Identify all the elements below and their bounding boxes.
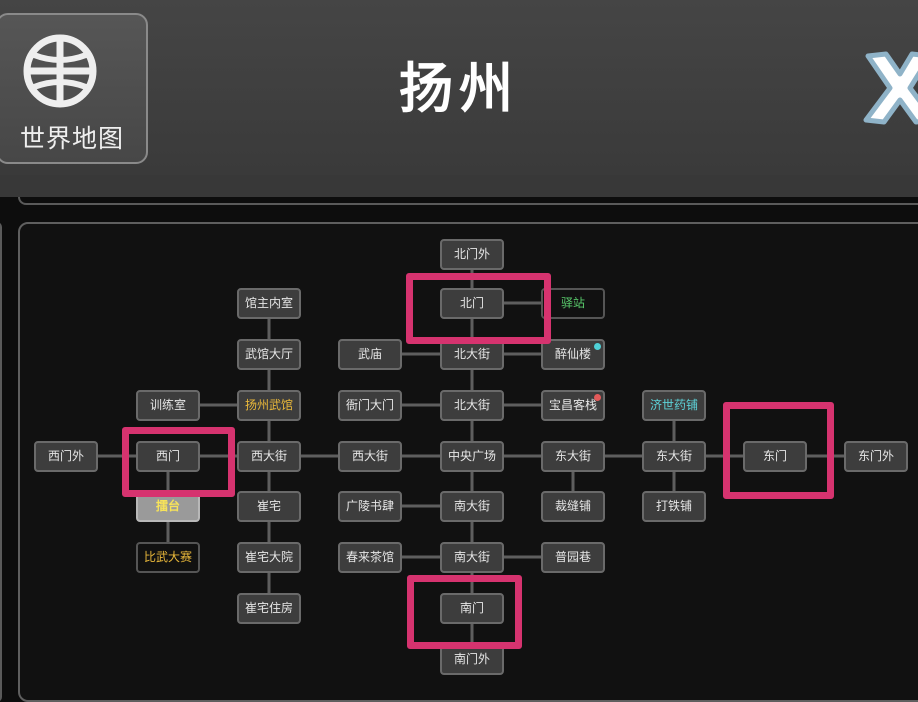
location-west-street[interactable]: 西大街 — [237, 441, 301, 472]
location-south-street[interactable]: 南大街 — [440, 491, 504, 522]
location-martial-hall[interactable]: 武馆大厅 — [237, 339, 301, 370]
location-pharmacy[interactable]: 济世药铺 — [642, 390, 706, 421]
status-dot — [594, 394, 601, 401]
location-cui-quarters[interactable]: 崔宅住房 — [237, 593, 301, 624]
location-west-gate-outside[interactable]: 西门外 — [34, 441, 98, 472]
location-south-street-2[interactable]: 南大街 — [440, 542, 504, 573]
location-north-street-2[interactable]: 北大街 — [440, 390, 504, 421]
location-training-room[interactable]: 训练室 — [136, 390, 200, 421]
location-blacksmith[interactable]: 打铁铺 — [642, 491, 706, 522]
location-teahouse[interactable]: 春来茶馆 — [338, 542, 402, 573]
location-east-street-2[interactable]: 东大街 — [642, 441, 706, 472]
location-martial-temple[interactable]: 武庙 — [338, 339, 402, 370]
location-yangzhou-dojo[interactable]: 扬州武馆 — [237, 390, 301, 421]
highlight-east-gate — [723, 402, 834, 499]
location-north-gate-outside[interactable]: 北门外 — [440, 239, 504, 270]
status-dot — [594, 343, 601, 350]
highlight-south-gate — [407, 575, 522, 649]
location-puyuan-lane[interactable]: 普园巷 — [541, 542, 605, 573]
location-tailor[interactable]: 裁缝铺 — [541, 491, 605, 522]
location-tournament[interactable]: 比武大赛 — [136, 542, 200, 573]
location-yamen-gate[interactable]: 衙门大门 — [338, 390, 402, 421]
location-guangling-bookshop[interactable]: 广陵书肆 — [338, 491, 402, 522]
location-west-street-2[interactable]: 西大街 — [338, 441, 402, 472]
highlight-west-gate — [122, 427, 235, 497]
location-east-gate-outside[interactable]: 东门外 — [844, 441, 908, 472]
location-cui-residence[interactable]: 崔宅 — [237, 491, 301, 522]
location-master-chamber[interactable]: 馆主内室 — [237, 288, 301, 319]
location-east-street[interactable]: 东大街 — [541, 441, 605, 472]
highlight-north-gate — [406, 273, 551, 344]
location-central-square[interactable]: 中央广场 — [440, 441, 504, 472]
location-cui-courtyard[interactable]: 崔宅大院 — [237, 542, 301, 573]
